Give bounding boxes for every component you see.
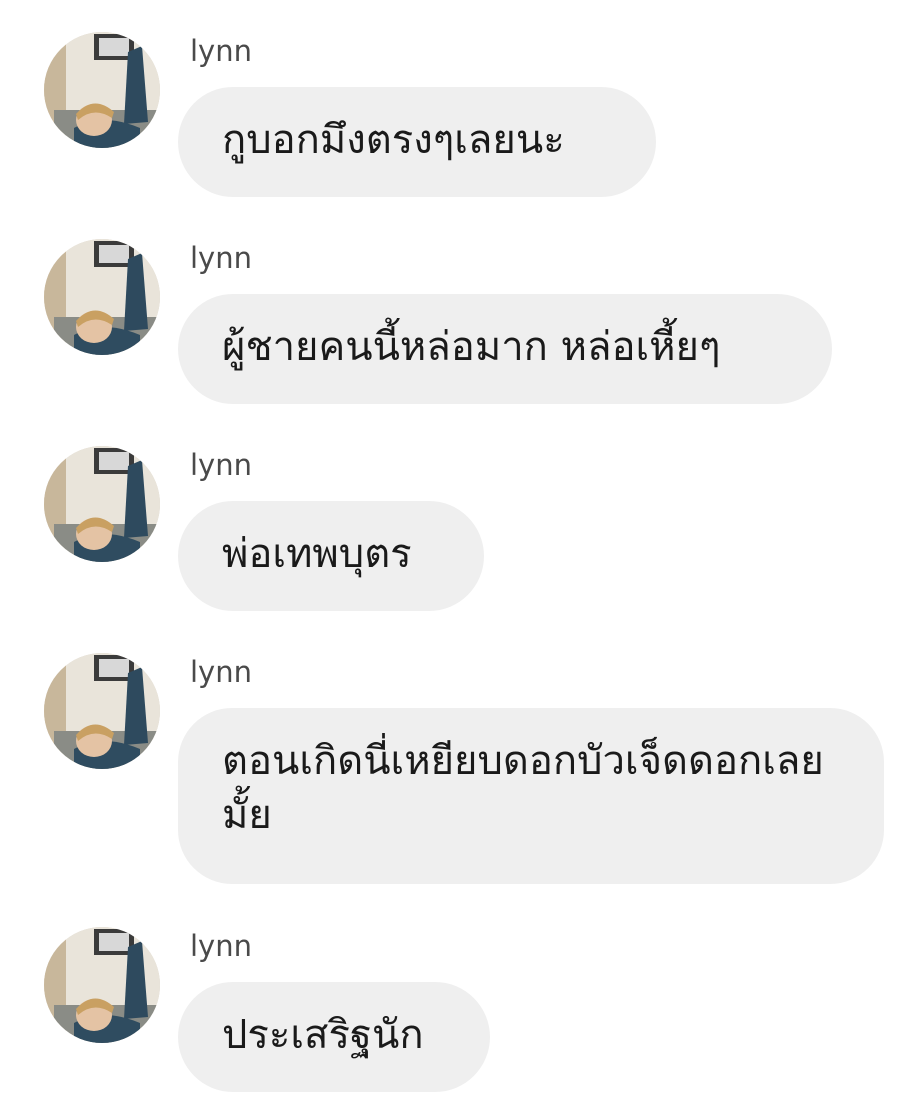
avatar-photo xyxy=(44,239,160,355)
message-bubble[interactable]: ตอนเกิดนี่เหยียบดอกบัวเจ็ดดอกเลยมั้ย xyxy=(178,708,884,884)
message-bubble[interactable]: กูบอกมึงตรงๆเลยนะ xyxy=(178,87,656,197)
message-bubble[interactable]: ประเสริฐนัก xyxy=(178,982,490,1092)
avatar-photo xyxy=(44,32,160,148)
sender-name: lynn xyxy=(190,655,252,689)
avatar-photo xyxy=(44,927,160,1043)
avatar-photo xyxy=(44,446,160,562)
sender-name: lynn xyxy=(190,448,252,482)
avatar[interactable] xyxy=(44,32,160,148)
sender-name: lynn xyxy=(190,241,252,275)
avatar[interactable] xyxy=(44,239,160,355)
avatar[interactable] xyxy=(44,446,160,562)
sender-name: lynn xyxy=(190,929,252,963)
message-bubble[interactable]: พ่อเทพบุตร xyxy=(178,501,484,611)
avatar[interactable] xyxy=(44,653,160,769)
sender-name: lynn xyxy=(190,34,252,68)
avatar[interactable] xyxy=(44,927,160,1043)
message-bubble[interactable]: ผู้ชายคนนี้หล่อมาก หล่อเหี้ยๆ xyxy=(178,294,832,404)
avatar-photo xyxy=(44,653,160,769)
